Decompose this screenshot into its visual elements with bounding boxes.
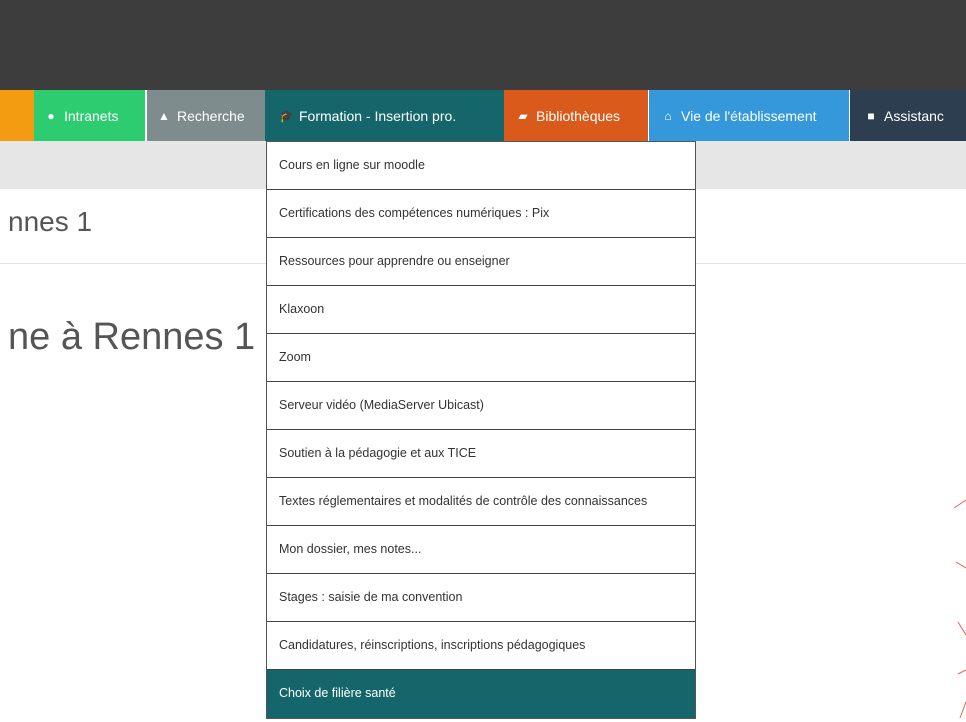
menu-item-pix[interactable]: Certifications des compétences numérique…	[267, 190, 695, 238]
top-header	[0, 0, 966, 90]
nav-item-label: Intranets	[64, 107, 119, 124]
menu-item-stages[interactable]: Stages : saisie de ma convention	[267, 574, 695, 622]
formation-dropdown-menu: Cours en ligne sur moodle Certifications…	[266, 141, 696, 719]
menu-item-klaxoon[interactable]: Klaxoon	[267, 286, 695, 334]
page-title: ne à Rennes 1	[8, 316, 256, 358]
menu-item-choix-filiere-sante[interactable]: Choix de filière santé	[267, 670, 695, 718]
nav-item-label: Vie de l'établissement	[681, 107, 817, 124]
graduation-cap-icon: 🎓	[279, 108, 294, 123]
menu-item-mon-dossier[interactable]: Mon dossier, mes notes...	[267, 526, 695, 574]
site-title: nnes 1	[8, 206, 93, 237]
book-icon: ▰	[518, 108, 528, 123]
nav-item-bibliotheques[interactable]: ▰ Bibliothèques	[504, 90, 648, 141]
decorative-lines	[953, 499, 966, 719]
nav-item-formation[interactable]: 🎓 Formation - Insertion pro.	[265, 90, 504, 141]
nav-item-label: Assistanc	[884, 107, 944, 124]
menu-item-ressources[interactable]: Ressources pour apprendre ou enseigner	[267, 238, 695, 286]
nav-item-intranets[interactable]: ● Intranets	[34, 90, 145, 141]
flask-icon: ▲	[158, 108, 170, 123]
nav-item-label: Bibliothèques	[536, 107, 621, 124]
menu-item-textes-reglementaires[interactable]: Textes réglementaires et modalités de co…	[267, 478, 695, 526]
ambulance-icon: ■	[867, 108, 875, 123]
nav-item-recherche[interactable]: ▲ Recherche	[147, 90, 265, 141]
nav-item-vie-etablissement[interactable]: ⌂ Vie de l'établissement	[649, 90, 849, 141]
globe-icon: ●	[47, 108, 55, 123]
menu-item-zoom[interactable]: Zoom	[267, 334, 695, 382]
bank-icon: ⌂	[664, 108, 672, 123]
menu-item-cours-moodle[interactable]: Cours en ligne sur moodle	[267, 142, 695, 190]
nav-item-label: Formation - Insertion pro.	[299, 107, 457, 124]
menu-item-serveur-video[interactable]: Serveur vidéo (MediaServer Ubicast)	[267, 382, 695, 430]
nav-item-label: Recherche	[177, 107, 245, 124]
menu-item-candidatures[interactable]: Candidatures, réinscriptions, inscriptio…	[267, 622, 695, 670]
nav-item-assistance[interactable]: ■ Assistanc	[850, 90, 966, 141]
menu-item-soutien-pedagogie[interactable]: Soutien à la pédagogie et aux TICE	[267, 430, 695, 478]
main-nav: ● Intranets ▲ Recherche 🎓 Formation - In…	[0, 90, 966, 141]
nav-item-cut-off[interactable]	[0, 90, 34, 141]
